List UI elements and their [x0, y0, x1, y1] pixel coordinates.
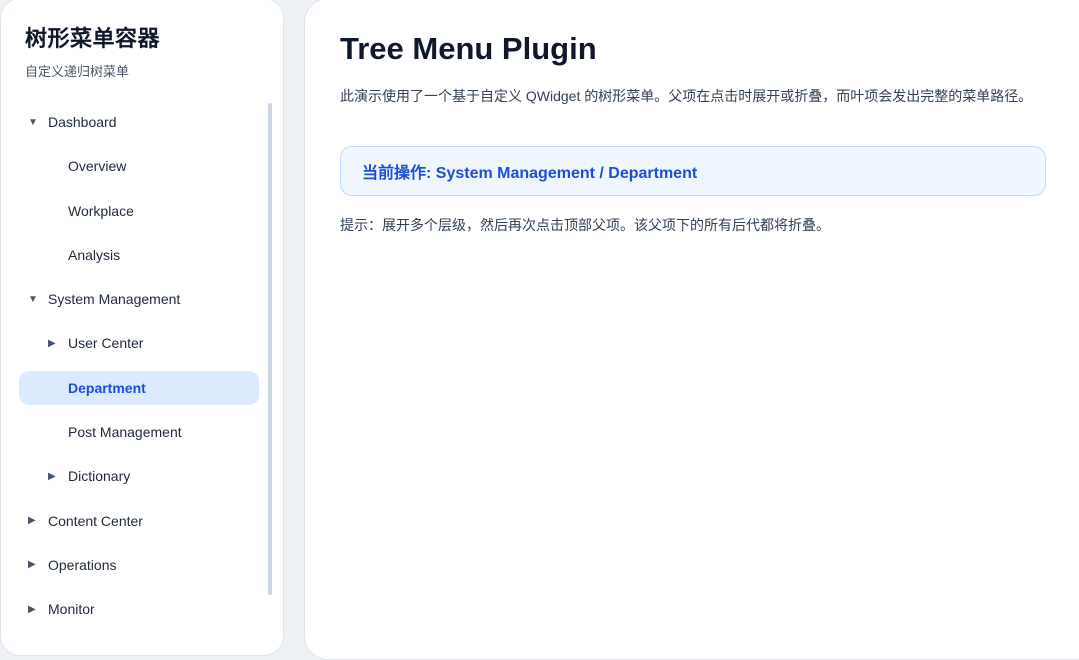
page-title: Tree Menu Plugin	[340, 31, 597, 66]
tree-item-label: Workplace	[68, 202, 134, 219]
current-action-box: 当前操作: System Management / Department	[340, 146, 1046, 196]
caret-right-icon[interactable]: ▶	[48, 471, 68, 482]
caret-down-icon[interactable]: ▼	[28, 294, 48, 305]
tree-item-department[interactable]: Department	[19, 370, 259, 405]
tree-item-workplace[interactable]: Workplace	[19, 194, 259, 228]
caret-right-icon[interactable]: ▶	[48, 338, 68, 349]
tree-item-label: Monitor	[48, 601, 95, 618]
tree-item-label: Dictionary	[68, 468, 131, 485]
tree-item-label: User Center	[68, 335, 144, 352]
main-panel: Tree Menu Plugin 此演示使用了一个基于自定义 QWidget 的…	[304, 0, 1079, 660]
sidebar: 树形菜单容器 自定义递归树菜单 ▼ Dashboard Overview Workpl…	[0, 0, 284, 656]
tree-item-label: System Management	[48, 291, 181, 308]
sidebar-subtitle: 自定义递归树菜单	[25, 64, 130, 79]
tree-item-user-center[interactable]: ▶ User Center	[19, 326, 259, 360]
tree-item-monitor[interactable]: ▶ Monitor	[19, 592, 259, 626]
tree-item-label: Department	[68, 379, 146, 396]
tree-item-post-management[interactable]: Post Management	[19, 415, 259, 449]
caret-right-icon[interactable]: ▶	[28, 559, 48, 570]
tree-item-system-management[interactable]: ▼ System Management	[19, 282, 259, 316]
current-action-text: 当前操作: System Management / Department	[362, 165, 698, 182]
tree-menu: ▼ Dashboard Overview Workplace Analysis ▼ Syst…	[19, 105, 259, 637]
tree-item-label: Overview	[68, 158, 127, 175]
tree-item-label: Analysis	[68, 246, 121, 263]
tree-item-label: Dashboard	[48, 114, 117, 130]
tree-item-operations[interactable]: ▶ Operations	[19, 548, 259, 582]
tree-item-content-center[interactable]: ▶ Content Center	[19, 504, 259, 538]
tree-item-dictionary[interactable]: ▶ Dictionary	[19, 459, 259, 493]
caret-right-icon[interactable]: ▶	[28, 604, 48, 615]
sidebar-scrollbar[interactable]	[268, 103, 272, 595]
tree-item-overview[interactable]: Overview	[19, 149, 259, 183]
tree-item-label: Post Management	[68, 424, 182, 441]
sidebar-title: 树形菜单容器	[25, 26, 161, 51]
caret-right-icon[interactable]: ▶	[28, 515, 48, 526]
tree-item-label: Operations	[48, 556, 117, 573]
caret-down-icon[interactable]: ▼	[28, 117, 48, 128]
tree-item-dashboard[interactable]: ▼ Dashboard	[19, 105, 259, 139]
page-description: 此演示使用了一个基于自定义 QWidget 的树形菜单。父项在点击时展开或折叠，…	[340, 88, 1033, 104]
hint-text: 提示：展开多个层级，然后再次点击顶部父项。该父项下的所有后代都将折叠。	[340, 217, 830, 233]
tree-item-analysis[interactable]: Analysis	[19, 238, 259, 272]
tree-item-label: Content Center	[48, 512, 143, 529]
